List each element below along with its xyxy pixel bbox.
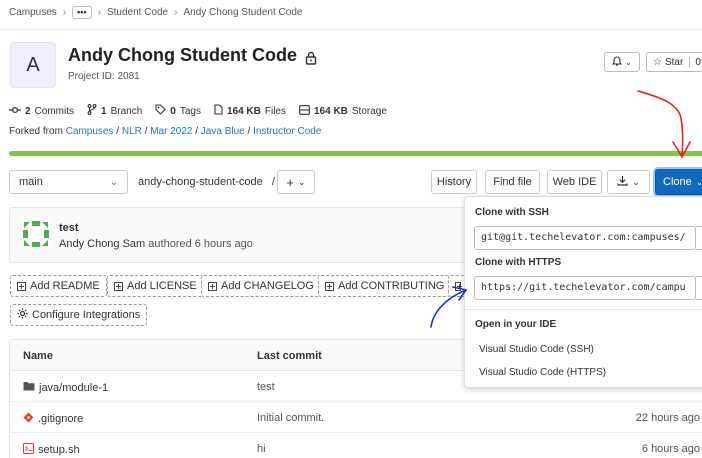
- project-id: Project ID: 2081: [68, 71, 140, 82]
- bell-icon: [611, 55, 623, 69]
- table-row[interactable]: setup.sh hi 6 hours ago: [10, 433, 702, 458]
- open-in-ide-label: Open in your IDE: [475, 319, 557, 330]
- clone-dropdown: Clone with SSH git@git.techelevator.com:…: [464, 196, 702, 388]
- git-icon: [23, 412, 34, 426]
- project-stats: 2 Commits 1 Branch 0 Tags 164 KB Files 1…: [9, 104, 387, 118]
- column-last-commit: Last commit: [257, 350, 322, 362]
- lock-icon: [305, 49, 317, 65]
- table-row[interactable]: .gitignore Initial commit. 22 hours ago: [10, 402, 702, 433]
- open-vscode-https[interactable]: Visual Studio Code (HTTPS): [479, 367, 606, 378]
- configure-integrations-button[interactable]: Configure Integrations: [10, 304, 148, 326]
- plus-square-icon: [114, 281, 123, 291]
- chevron-down-icon: ⌄: [695, 176, 702, 187]
- chevron-right-icon: ›: [174, 7, 178, 18]
- add-contributing-button[interactable]: Add CONTRIBUTING: [318, 275, 452, 297]
- plus-square-icon: [208, 281, 217, 291]
- folder-icon: [23, 381, 35, 394]
- star-count[interactable]: 0: [689, 56, 701, 68]
- add-to-tree-button[interactable]: + ⌄: [277, 170, 315, 194]
- history-button[interactable]: History: [431, 170, 477, 194]
- plus-square-icon: [17, 281, 26, 291]
- stat-tags[interactable]: 0 Tags: [155, 104, 201, 118]
- chevron-down-icon: ⌄: [298, 176, 306, 187]
- breadcrumb: Campuses › ••• › Student Code › Andy Cho…: [9, 6, 302, 19]
- file-icon: [214, 104, 223, 118]
- find-file-button[interactable]: Find file: [485, 170, 540, 194]
- breadcrumb-current[interactable]: Andy Chong Student Code: [183, 7, 302, 18]
- file-last-commit[interactable]: Initial commit.: [257, 412, 324, 424]
- project-title-text: Andy Chong Student Code: [68, 45, 297, 65]
- dropdown-divider: [465, 309, 702, 310]
- clone-ssh-label: Clone with SSH: [475, 207, 549, 218]
- header-divider: [0, 29, 702, 30]
- branch-name: main: [19, 176, 43, 188]
- copy-ssh-button[interactable]: [696, 226, 702, 250]
- star-icon: ☆: [653, 56, 662, 68]
- annotation-red-arrow: [637, 90, 684, 157]
- add-license-button[interactable]: Add LICENSE: [107, 275, 204, 297]
- star-button[interactable]: ☆ Star 0: [646, 52, 702, 72]
- file-name[interactable]: java/module-1: [39, 382, 108, 394]
- breadcrumb-more-button[interactable]: •••: [72, 6, 92, 19]
- notification-button[interactable]: ⌄: [604, 52, 640, 72]
- breadcrumb-student-code[interactable]: Student Code: [107, 7, 168, 18]
- stat-branches[interactable]: 1 Branch: [87, 104, 142, 118]
- stat-storage[interactable]: 164 KB Storage: [299, 104, 387, 118]
- tag-icon: [155, 104, 167, 118]
- web-ide-button[interactable]: Web IDE: [547, 170, 602, 194]
- column-name: Name: [23, 350, 53, 362]
- file-last-commit[interactable]: test: [257, 381, 275, 393]
- chevron-down-icon: ⌄: [625, 57, 632, 67]
- file-name[interactable]: .gitignore: [38, 413, 83, 425]
- stat-commits[interactable]: 2 Commits: [9, 104, 74, 118]
- chevron-down-icon: ⌄: [632, 176, 640, 187]
- plus-square-icon: [325, 281, 334, 291]
- stat-files[interactable]: 164 KB Files: [214, 104, 286, 118]
- forked-link-java-blue[interactable]: Java Blue: [201, 126, 245, 137]
- forked-link-campuses[interactable]: Campuses: [66, 126, 114, 137]
- chevron-down-icon: ⌄: [109, 176, 118, 188]
- project-avatar: A: [10, 42, 56, 88]
- chevron-right-icon: ›: [62, 7, 67, 18]
- clone-https-label: Clone with HTTPS: [475, 257, 562, 268]
- file-time: 22 hours ago: [635, 412, 700, 424]
- repo-path: andy-chong-student-code /: [138, 176, 275, 188]
- commit-icon: [9, 105, 21, 118]
- shell-script-icon: [23, 443, 34, 457]
- file-name[interactable]: setup.sh: [38, 444, 80, 456]
- commit-title[interactable]: test: [59, 222, 79, 234]
- plus-icon: +: [286, 174, 295, 190]
- download-icon: [617, 175, 628, 189]
- file-time: 6 hours ago: [641, 443, 700, 455]
- gear-icon: [17, 308, 28, 322]
- clone-ssh-input[interactable]: git@git.techelevator.com:campuses/: [474, 226, 696, 250]
- file-last-commit[interactable]: hi: [257, 443, 266, 455]
- page-title: Andy Chong Student Code: [68, 45, 317, 66]
- forked-link-instructor-code[interactable]: Instructor Code: [253, 126, 321, 137]
- clone-https-input[interactable]: https://git.techelevator.com/campu: [474, 276, 696, 300]
- storage-icon: [299, 104, 310, 118]
- star-label: Star: [664, 56, 684, 68]
- clone-button[interactable]: Clone ⌄: [655, 169, 702, 195]
- forked-from: Forked from Campuses / NLR / Mar 2022 / …: [9, 126, 322, 137]
- forked-link-nlr[interactable]: NLR: [122, 126, 142, 137]
- branch-select[interactable]: main ⌄: [9, 170, 128, 194]
- download-button[interactable]: ⌄: [607, 170, 650, 194]
- breadcrumb-campuses[interactable]: Campuses: [9, 7, 57, 18]
- forked-link-mar-2022[interactable]: Mar 2022: [150, 126, 192, 137]
- open-vscode-ssh[interactable]: Visual Studio Code (SSH): [479, 344, 594, 355]
- add-changelog-button[interactable]: Add CHANGELOG: [201, 275, 321, 297]
- language-bar-fill: [9, 151, 702, 156]
- chevron-right-icon: ›: [97, 7, 101, 18]
- branch-icon: [87, 104, 97, 118]
- language-bar: [9, 151, 702, 156]
- add-readme-button[interactable]: Add README: [10, 275, 107, 297]
- commit-author: Andy Chong Sam authored 6 hours ago: [59, 238, 253, 250]
- plus-square-icon: [455, 281, 462, 291]
- copy-https-button[interactable]: [696, 276, 702, 300]
- commit-author-avatar: [22, 220, 50, 248]
